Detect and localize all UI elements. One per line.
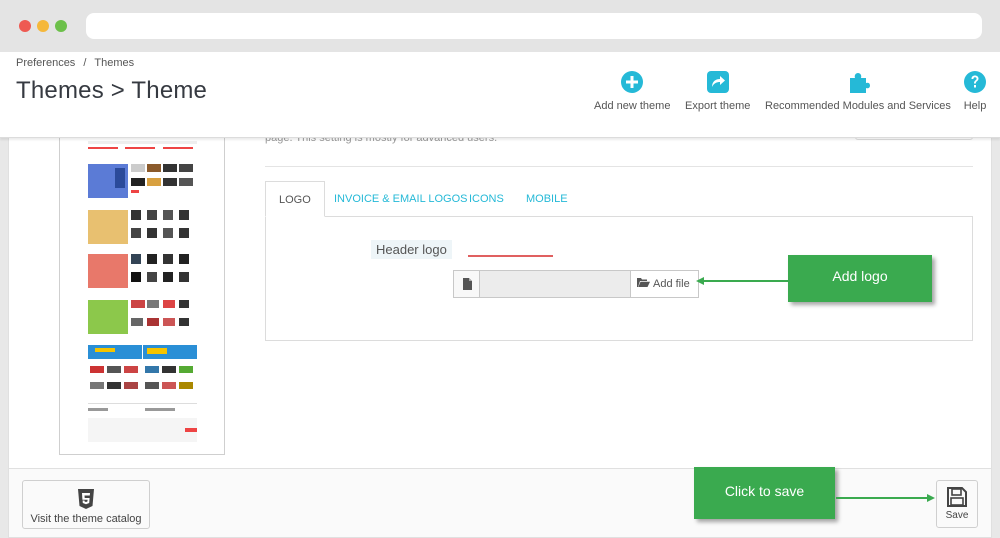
add-logo-callout: Add logo xyxy=(788,255,932,302)
help-icon xyxy=(964,71,986,93)
add-file-button[interactable]: Add file xyxy=(630,271,698,297)
recommended-modules-button[interactable]: Recommended Modules and Services xyxy=(765,70,951,112)
divider xyxy=(265,166,973,167)
add-new-theme-label: Add new theme xyxy=(594,100,671,112)
theme-config-panel: page. This setting is mostly for advance… xyxy=(8,132,992,468)
breadcrumb-separator: / xyxy=(83,57,87,69)
recommended-modules-label: Recommended Modules and Services xyxy=(765,100,951,112)
breadcrumb-preferences[interactable]: Preferences xyxy=(16,57,75,69)
plus-circle-icon xyxy=(621,71,644,93)
header-logo-file-input[interactable]: Add file xyxy=(453,270,699,298)
file-icon xyxy=(454,271,480,297)
export-theme-button[interactable]: Export theme xyxy=(685,70,750,112)
breadcrumb: Preferences / Themes xyxy=(16,57,134,69)
help-button[interactable]: Help xyxy=(963,70,987,112)
folder-open-icon xyxy=(637,278,650,287)
visit-theme-catalog-button[interactable]: Visit the theme catalog xyxy=(22,480,150,529)
browser-chrome xyxy=(0,0,1000,52)
tab-icons[interactable]: ICONS xyxy=(456,181,517,217)
save-button[interactable]: Save xyxy=(936,480,978,528)
tab-mobile[interactable]: MOBILE xyxy=(513,181,581,217)
floppy-disk-icon xyxy=(947,487,967,507)
header-logo-underline xyxy=(468,255,553,257)
file-name-field[interactable] xyxy=(480,271,630,297)
close-window-dot[interactable] xyxy=(19,20,31,32)
puzzle-icon xyxy=(849,73,870,93)
visit-theme-catalog-label: Visit the theme catalog xyxy=(30,513,142,525)
tab-logo[interactable]: LOGO xyxy=(265,181,325,217)
click-to-save-arrow-line xyxy=(836,497,928,499)
theme-preview-thumbnail xyxy=(85,138,200,448)
page-header: Preferences / Themes Themes > Theme Add ne… xyxy=(0,52,1000,138)
export-icon xyxy=(706,71,729,93)
header-logo-label: Header logo xyxy=(371,240,452,259)
save-label: Save xyxy=(945,510,969,521)
add-logo-arrow-line xyxy=(700,280,788,282)
add-logo-arrowhead-icon xyxy=(696,277,704,285)
add-file-label: Add file xyxy=(653,278,690,290)
help-label: Help xyxy=(963,100,987,112)
html5-icon xyxy=(78,489,94,509)
page-footer: Visit the theme catalog Save xyxy=(8,468,992,538)
click-to-save-callout: Click to save xyxy=(694,467,835,519)
minimize-window-dot[interactable] xyxy=(37,20,49,32)
theme-preview-frame xyxy=(59,138,225,455)
page-title: Themes > Theme xyxy=(16,77,208,104)
click-to-save-arrowhead-icon xyxy=(927,494,935,502)
address-bar[interactable] xyxy=(86,13,982,39)
add-new-theme-button[interactable]: Add new theme xyxy=(594,70,670,112)
export-theme-label: Export theme xyxy=(685,100,751,112)
breadcrumb-themes[interactable]: Themes xyxy=(94,57,134,69)
logo-tabs: LOGO INVOICE & EMAIL LOGOS ICONS MOBILE xyxy=(265,181,973,217)
maximize-window-dot[interactable] xyxy=(55,20,67,32)
